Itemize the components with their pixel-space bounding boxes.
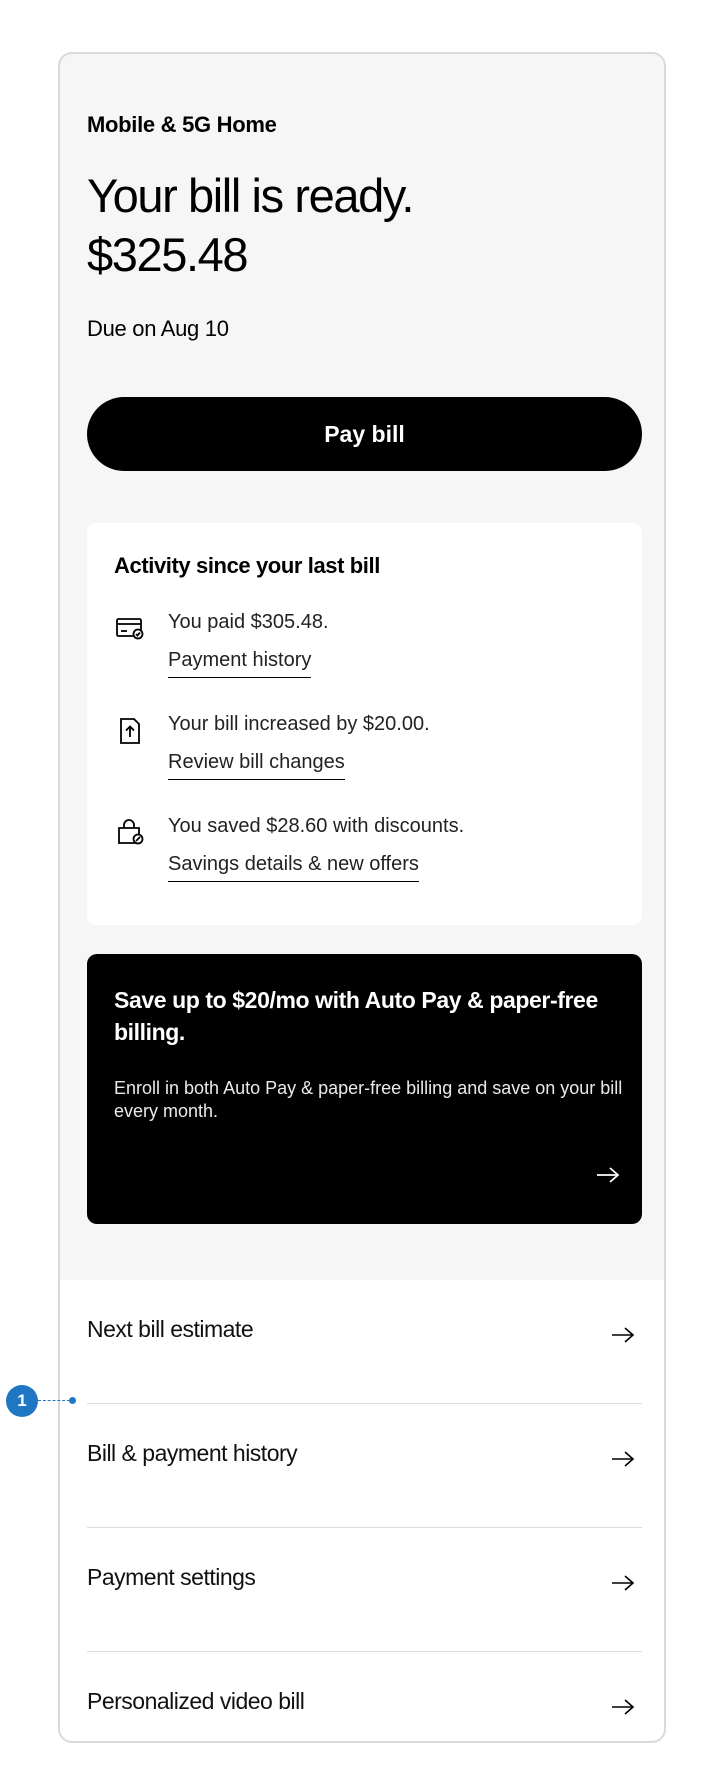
promo-title: Save up to $20/mo with Auto Pay & paper-… xyxy=(114,987,598,1045)
review-bill-changes-link[interactable]: Review bill changes xyxy=(168,751,345,780)
annotation-marker: 1 xyxy=(6,1385,38,1417)
promo-text: Enroll in both Auto Pay & paper-free bil… xyxy=(114,1078,623,1121)
annotation-leader-line xyxy=(38,1400,70,1401)
bill-payment-history-row[interactable]: Bill & payment history xyxy=(87,1404,642,1528)
row-label: Personalized video bill xyxy=(87,1688,305,1714)
row-label: Payment settings xyxy=(87,1564,256,1590)
due-date: Due on Aug 10 xyxy=(87,316,229,341)
bill-card: Mobile & 5G Home Your bill is ready. $32… xyxy=(58,52,666,1743)
personalized-video-bill-row[interactable]: Personalized video bill xyxy=(87,1652,642,1741)
payment-settings-row[interactable]: Payment settings xyxy=(87,1528,642,1652)
bill-headline: Your bill is ready. $325.48 xyxy=(87,166,414,284)
shopping-bag-icon xyxy=(114,817,146,849)
activity-card: Activity since your last bill You paid $… xyxy=(87,523,642,925)
autopay-promo-card[interactable]: Save up to $20/mo with Auto Pay & paper-… xyxy=(87,954,642,1224)
annotation-leader-tip xyxy=(69,1397,76,1404)
activity-text: Your bill increased by $20.00. xyxy=(168,713,430,735)
activity-title: Activity since your last bill xyxy=(114,553,380,578)
credit-card-icon xyxy=(114,613,146,645)
activity-item-payment: You paid $305.48. Payment history xyxy=(114,611,634,691)
row-label: Next bill estimate xyxy=(87,1316,254,1342)
savings-details-link[interactable]: Savings details & new offers xyxy=(168,853,419,882)
next-bill-estimate-row[interactable]: Next bill estimate xyxy=(87,1280,642,1404)
activity-item-savings: You saved $28.60 with discounts. Savings… xyxy=(114,815,634,895)
arrow-right-icon xyxy=(610,1448,636,1470)
bill-amount: $325.48 xyxy=(87,228,248,281)
arrow-right-icon xyxy=(610,1324,636,1346)
bill-summary-section: Mobile & 5G Home Your bill is ready. $32… xyxy=(60,54,664,1280)
pay-bill-button[interactable]: Pay bill xyxy=(87,397,642,471)
bill-increase-icon xyxy=(114,715,146,747)
activity-text: You paid $305.48. xyxy=(168,611,329,633)
activity-item-increase: Your bill increased by $20.00. Review bi… xyxy=(114,713,634,793)
activity-text: You saved $28.60 with discounts. xyxy=(168,815,465,837)
arrow-right-icon xyxy=(610,1572,636,1594)
arrow-right-icon xyxy=(610,1696,636,1718)
account-label: Mobile & 5G Home xyxy=(87,112,277,137)
arrow-right-icon[interactable] xyxy=(594,1164,622,1186)
bill-ready-text: Your bill is ready. xyxy=(87,169,414,222)
payment-history-link[interactable]: Payment history xyxy=(168,649,312,678)
row-label: Bill & payment history xyxy=(87,1440,298,1466)
bill-links-list: Next bill estimate Bill & payment histor… xyxy=(87,1280,642,1741)
